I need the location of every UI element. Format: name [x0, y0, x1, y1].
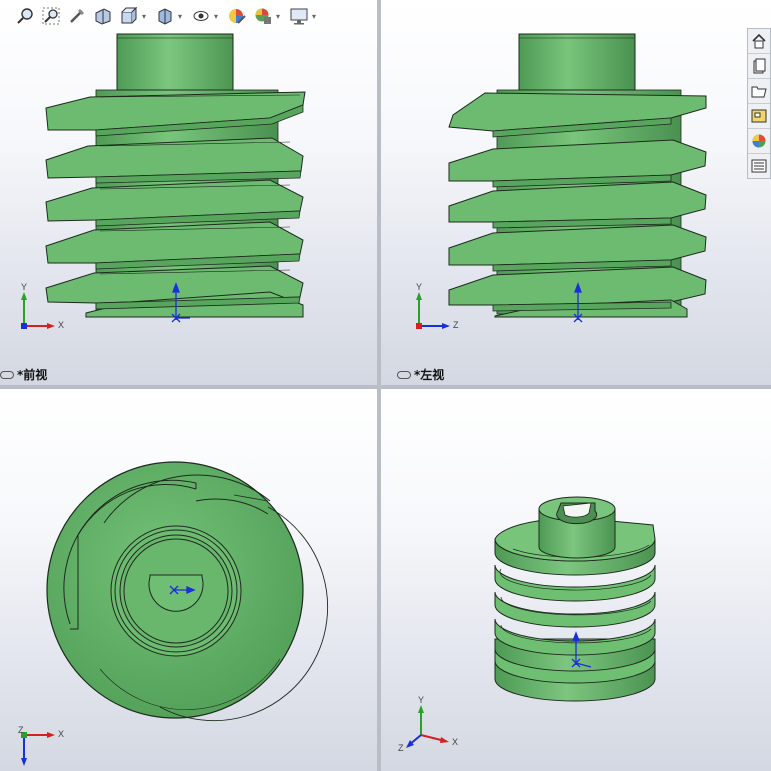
front-view-label: *前视: [17, 368, 48, 382]
coordinate-triad: Y X Z: [398, 695, 458, 753]
viewport-splitter-horizontal[interactable]: [0, 385, 771, 389]
left-viewport[interactable]: Y Z *左视: [381, 0, 771, 385]
worm-top-view[interactable]: [0, 389, 377, 771]
top-viewport[interactable]: Z X: [0, 389, 377, 771]
task-pane-tabs: [747, 28, 771, 179]
custom-properties-icon[interactable]: [748, 154, 770, 178]
coordinate-triad: Y Z: [416, 282, 459, 330]
link-views-icon[interactable]: [397, 370, 411, 379]
isometric-viewport[interactable]: Y X Z: [381, 389, 771, 771]
triad-z-label: Z: [398, 743, 404, 753]
view-palette-icon[interactable]: [748, 104, 770, 129]
home-icon[interactable]: [748, 29, 770, 54]
front-viewport[interactable]: ▾ ▾ ▾ ▾ ▾ Y X *前视: [0, 0, 377, 385]
triad-z-label: Z: [18, 725, 24, 735]
appearances-icon[interactable]: [748, 129, 770, 154]
coordinate-triad: Y X: [21, 282, 64, 330]
link-views-icon[interactable]: [0, 370, 14, 379]
triad-x-label: X: [452, 737, 458, 747]
viewport-label: *前视: [0, 366, 47, 383]
triad-y-label: Y: [21, 282, 27, 292]
triad-y-label: Y: [418, 695, 424, 705]
triad-x-label: X: [58, 320, 64, 330]
file-explorer-icon[interactable]: [748, 79, 770, 104]
design-library-icon[interactable]: [748, 54, 770, 79]
triad-z-label: Z: [453, 320, 459, 330]
coordinate-triad: Z X: [18, 725, 64, 766]
viewport-label: *左视: [397, 366, 444, 383]
left-view-label: *左视: [414, 368, 445, 382]
triad-x-label: X: [58, 729, 64, 739]
triad-y-label: Y: [416, 282, 422, 292]
